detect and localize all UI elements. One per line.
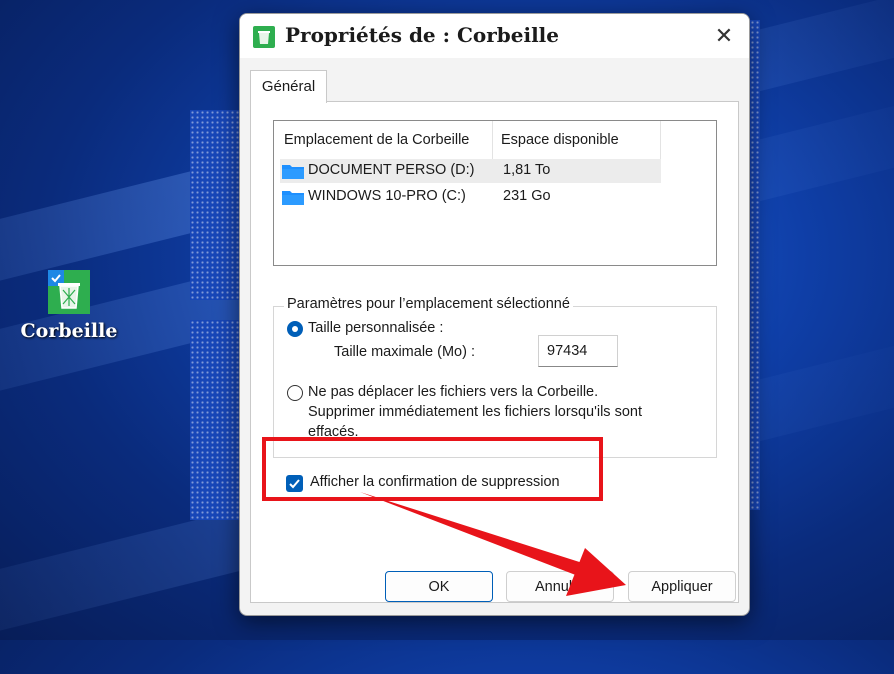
custom-size-label[interactable]: Taille personnalisée : [308, 320, 443, 336]
no-move-radio[interactable] [287, 385, 303, 401]
desktop-recycle-bin[interactable]: Corbeille [14, 270, 124, 342]
list-item-space: 231 Go [503, 188, 551, 204]
list-item[interactable]: WINDOWS 10-PRO (C:) 231 Go [280, 185, 661, 209]
list-item-name: DOCUMENT PERSO (D:) [308, 162, 475, 178]
no-move-description: Supprimer immédiatement les fichiers lor… [308, 404, 642, 420]
list-item[interactable]: DOCUMENT PERSO (D:) 1,81 To [280, 159, 661, 183]
tab-panel-general: Emplacement de la Corbeille Espace dispo… [250, 101, 739, 603]
list-item-space: 1,81 To [503, 162, 551, 178]
annotation-highlight-box [262, 437, 603, 501]
column-divider[interactable] [660, 121, 661, 159]
apply-button[interactable]: Appliquer [628, 571, 736, 602]
folder-icon [282, 189, 304, 205]
recycle-bin-icon [253, 26, 275, 48]
title-bar[interactable]: Propriétés de : Corbeille ✕ [240, 14, 749, 58]
location-list[interactable]: Emplacement de la Corbeille Espace dispo… [273, 120, 717, 266]
column-header-location[interactable]: Emplacement de la Corbeille [284, 132, 469, 148]
location-settings-group: Paramètres pour l’emplacement sélectionn… [273, 296, 717, 458]
properties-dialog: Propriétés de : Corbeille ✕ Général Empl… [239, 13, 750, 616]
max-size-label: Taille maximale (Mo) : [334, 344, 475, 360]
list-header: Emplacement de la Corbeille Espace dispo… [274, 121, 661, 159]
column-divider[interactable] [492, 121, 493, 159]
no-move-label[interactable]: Ne pas déplacer les fichiers vers la Cor… [308, 384, 598, 400]
close-button[interactable]: ✕ [709, 22, 739, 50]
max-size-input[interactable] [538, 335, 618, 367]
cancel-button[interactable]: Annuler [506, 571, 614, 602]
desktop-icon-label: Corbeille [20, 320, 118, 342]
dialog-title: Propriétés de : Corbeille [285, 23, 559, 47]
tab-general[interactable]: Général [250, 70, 327, 103]
folder-icon [282, 163, 304, 179]
custom-size-radio[interactable] [287, 321, 303, 337]
recycle-bin-icon [48, 270, 90, 314]
group-title: Paramètres pour l’emplacement sélectionn… [284, 296, 573, 312]
column-header-space[interactable]: Espace disponible [501, 132, 619, 148]
list-item-name: WINDOWS 10-PRO (C:) [308, 188, 466, 204]
ok-button[interactable]: OK [385, 571, 493, 602]
